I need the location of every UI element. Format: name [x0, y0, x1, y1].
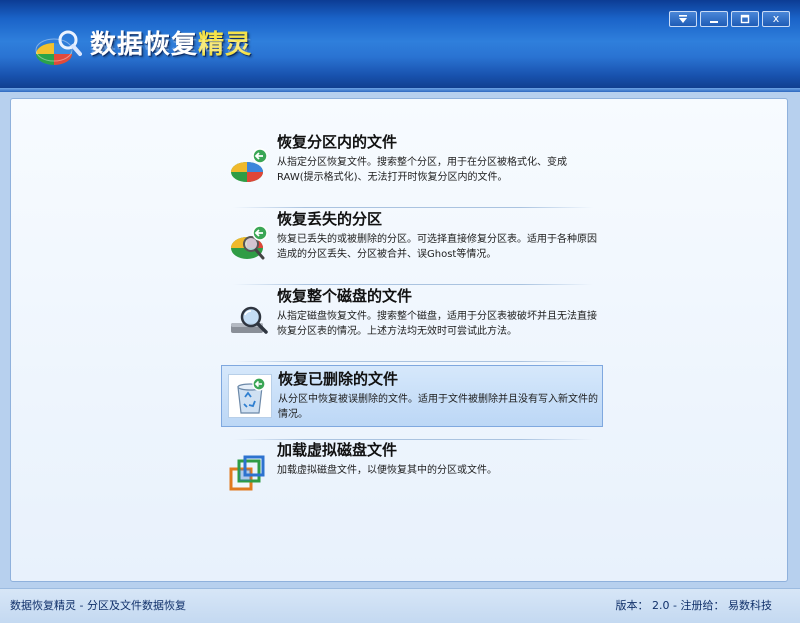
- option-recover-deleted-files[interactable]: 恢复已删除的文件 从分区中恢复被误删除的文件。适用于文件被删除并且没有写入新文件…: [221, 365, 603, 427]
- partition-search-icon: [229, 224, 269, 262]
- option-description: 恢复已丢失的或被删除的分区。可选择直接修复分区表。适用于各种原因造成的分区丢失、…: [277, 234, 597, 260]
- option-recover-lost-partition[interactable]: 恢复丢失的分区 恢复已丢失的或被删除的分区。可选择直接修复分区表。适用于各种原因…: [221, 206, 603, 268]
- maximize-icon: [740, 14, 750, 24]
- menu-button[interactable]: [669, 11, 697, 27]
- status-version-info: 版本： 2.0 - 注册给： 易数科技: [615, 599, 772, 612]
- option-description: 从指定磁盘恢复文件。搜索整个磁盘，适用于分区表被破坏并且无法直接恢复分区表的情况…: [277, 311, 597, 337]
- separator: [233, 361, 593, 362]
- option-title: 恢复分区内的文件: [277, 133, 398, 151]
- title-bar[interactable]: 数据恢复精灵 数据恢复精灵 x: [0, 0, 800, 92]
- recycle-bin-restore-icon: [228, 374, 272, 418]
- options-panel: 恢复分区内的文件 从指定分区恢复文件。搜索整个分区，用于在分区被格式化、变成RA…: [10, 98, 788, 582]
- option-description: 加载虚拟磁盘文件，以便恢复其中的分区或文件。: [277, 465, 497, 476]
- main-frame: 恢复分区内的文件 从指定分区恢复文件。搜索整个分区，用于在分区被格式化、变成RA…: [0, 92, 800, 588]
- option-title: 恢复整个磁盘的文件: [277, 287, 413, 305]
- app-title: 数据恢复精灵: [90, 24, 252, 61]
- disk-search-icon: [229, 301, 269, 339]
- window-controls: x: [669, 11, 790, 27]
- chevron-down-icon: [679, 15, 687, 23]
- option-recover-partition-files[interactable]: 恢复分区内的文件 从指定分区恢复文件。搜索整个分区，用于在分区被格式化、变成RA…: [221, 129, 603, 191]
- virtual-disk-icon: [229, 455, 269, 493]
- pie-chart-restore-icon: [229, 147, 269, 185]
- app-title-accent: 精灵: [198, 30, 253, 60]
- status-bar: 数据恢复精灵 - 分区及文件数据恢复 版本： 2.0 - 注册给： 易数科技: [0, 588, 800, 623]
- app-logo-icon: [32, 26, 82, 70]
- option-recover-disk-files[interactable]: 恢复整个磁盘的文件 从指定磁盘恢复文件。搜索整个磁盘，适用于分区表被破坏并且无法…: [221, 283, 603, 345]
- minimize-button[interactable]: [700, 11, 728, 27]
- option-description: 从分区中恢复被误删除的文件。适用于文件被删除并且没有写入新文件的情况。: [278, 394, 598, 420]
- option-title: 恢复丢失的分区: [277, 210, 383, 228]
- option-title: 恢复已删除的文件: [278, 370, 399, 388]
- minimize-icon: [710, 21, 718, 23]
- option-title: 加载虚拟磁盘文件: [277, 441, 398, 459]
- option-load-virtual-disk[interactable]: 加载虚拟磁盘文件 加载虚拟磁盘文件，以便恢复其中的分区或文件。: [221, 437, 603, 499]
- app-title-main: 数据恢复: [90, 30, 199, 60]
- close-button[interactable]: x: [762, 11, 790, 27]
- maximize-button[interactable]: [731, 11, 759, 27]
- status-app-description: 数据恢复精灵 - 分区及文件数据恢复: [10, 599, 186, 612]
- option-description: 从指定分区恢复文件。搜索整个分区，用于在分区被格式化、变成RAW(提示格式化)、…: [277, 157, 567, 183]
